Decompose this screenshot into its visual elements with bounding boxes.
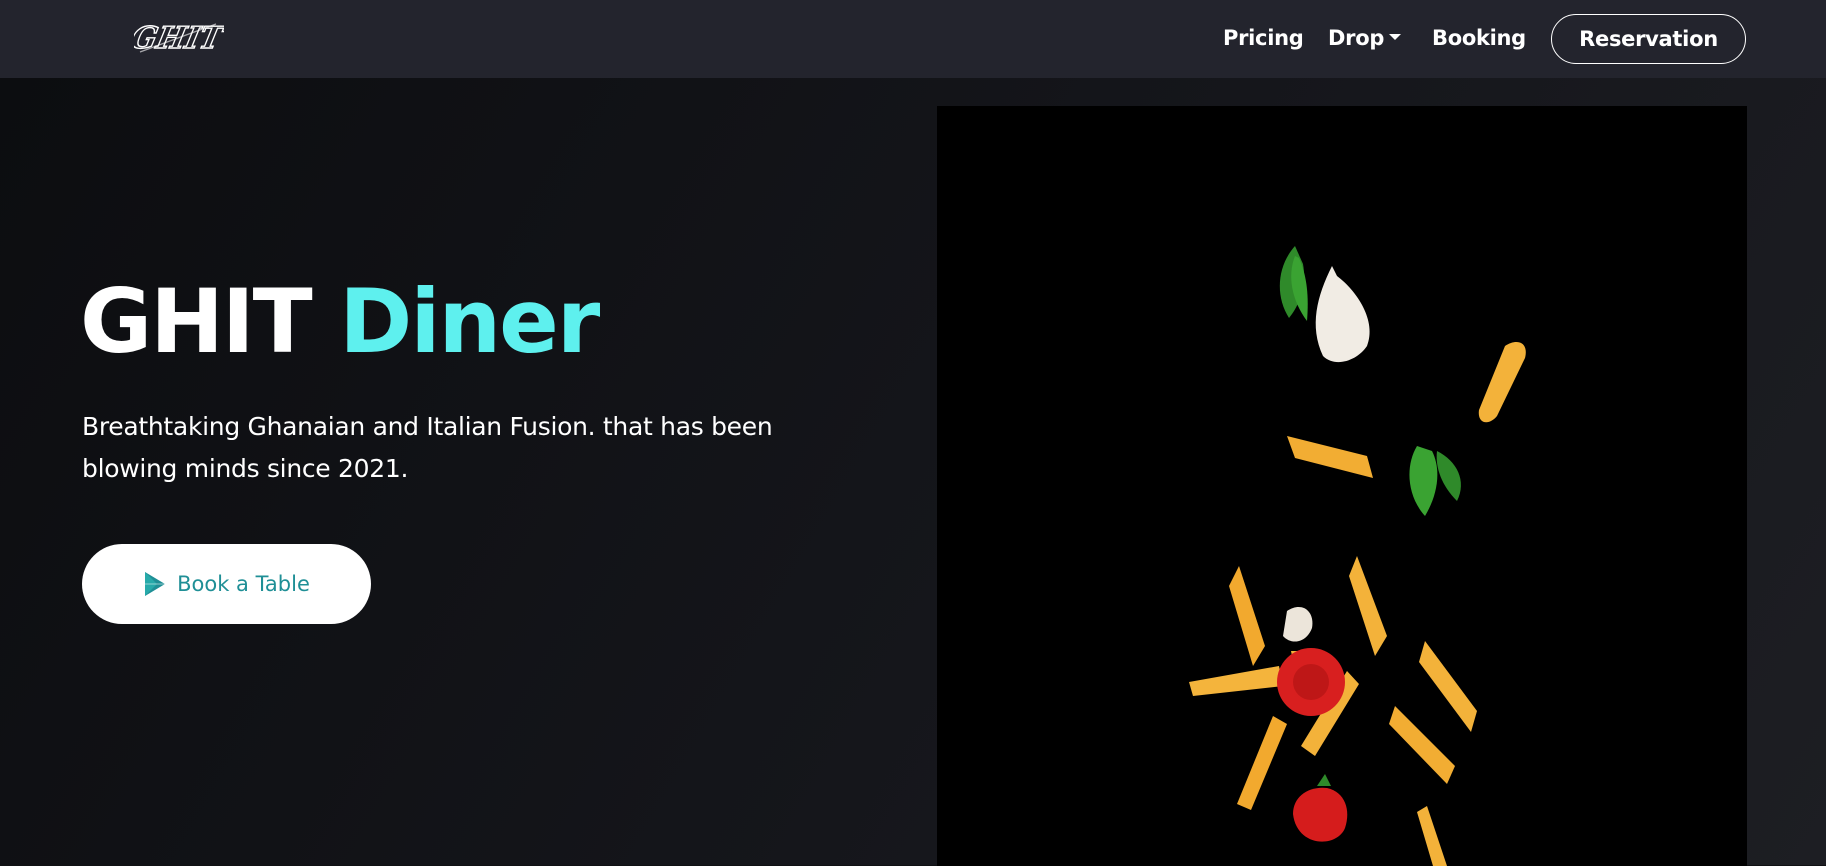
book-table-button[interactable]: Book a Table bbox=[82, 544, 371, 624]
play-icon bbox=[143, 571, 167, 597]
hero-title-accent: Diner bbox=[339, 270, 600, 373]
navbar: GHIT Pricing Drop Booking Reservation bbox=[0, 0, 1826, 78]
brand-logo[interactable]: GHIT bbox=[134, 18, 224, 56]
hero-title: GHIT Diner bbox=[80, 278, 600, 366]
nav-drop-label: Drop bbox=[1328, 26, 1385, 50]
book-table-label: Book a Table bbox=[177, 572, 310, 596]
nav-pricing-label: Pricing bbox=[1223, 26, 1304, 50]
hero-section: GHIT Diner Breathtaking Ghanaian and Ita… bbox=[0, 78, 1826, 866]
nav-booking-label: Booking bbox=[1432, 26, 1526, 50]
hero-food-image bbox=[937, 106, 1747, 866]
nav-booking-link[interactable]: Booking bbox=[1432, 26, 1526, 50]
nav-drop-dropdown[interactable]: Drop bbox=[1328, 26, 1402, 50]
nav-pricing-link[interactable]: Pricing bbox=[1223, 26, 1304, 50]
caret-down-icon bbox=[1389, 34, 1402, 40]
reservation-button-label: Reservation bbox=[1579, 27, 1718, 51]
reservation-button[interactable]: Reservation bbox=[1551, 14, 1746, 64]
hero-subtitle: Breathtaking Ghanaian and Italian Fusion… bbox=[82, 412, 773, 483]
hero-title-main: GHIT bbox=[80, 270, 313, 373]
